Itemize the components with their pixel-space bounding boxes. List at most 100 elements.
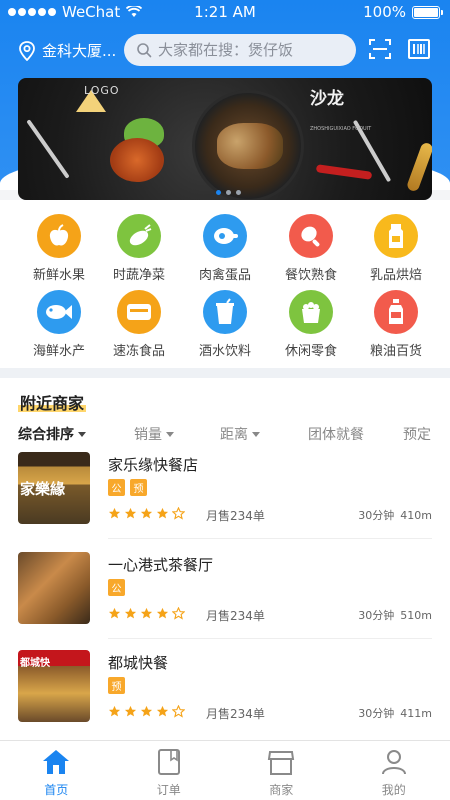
filter-label: 团体就餐 <box>308 427 364 443</box>
merchant-row[interactable]: 家樂緣 家乐缘快餐店公预月售234单 30分钟 410m <box>18 452 432 539</box>
row-divider <box>108 638 432 639</box>
filter-option[interactable]: 预定 <box>403 424 431 444</box>
caret-down-icon <box>166 431 174 437</box>
category-label: 餐饮熟食 <box>284 268 337 283</box>
milk-icon <box>374 214 418 258</box>
promo-banner[interactable]: LOGO 沙龙 ZHOSHIGUIXIAO FOOUIT <box>18 78 432 200</box>
food-plate-image <box>192 90 304 200</box>
search-icon <box>137 43 152 58</box>
filter-option[interactable]: 综合排序 <box>18 424 86 444</box>
category-item[interactable]: 海鲜水产 <box>14 290 104 359</box>
location-selector[interactable]: 金科大厦... <box>18 40 116 61</box>
category-item[interactable]: 乳品烘焙 <box>351 214 441 283</box>
filter-option[interactable]: 销量 <box>134 424 174 444</box>
category-item[interactable]: 餐饮熟食 <box>266 214 356 283</box>
merchant-photo: 家樂緣 <box>18 452 90 524</box>
category-label: 时蔬净菜 <box>112 268 165 283</box>
merchant-row[interactable]: 都城快 都城快餐预月售234单 30分钟 411m <box>18 650 432 722</box>
merchant-tag-badge: 预 <box>130 479 147 496</box>
chili-illustration <box>315 164 373 180</box>
merchant-tags: 公 <box>108 579 125 596</box>
category-item[interactable]: 速冻食品 <box>94 290 184 359</box>
category-label: 海鲜水产 <box>32 344 85 359</box>
star-outline-icon <box>172 705 185 718</box>
tab-label: 我的 <box>381 783 406 797</box>
category-label: 休闲零食 <box>284 344 337 359</box>
location-label: 金科大厦... <box>42 42 117 60</box>
monthly-sales: 月售234单 <box>206 509 265 523</box>
star-filled-icon <box>124 507 137 520</box>
distance: 411m <box>400 707 432 720</box>
delivery-time-distance: 30分钟 410m <box>358 507 432 523</box>
filter-label: 距离 <box>220 427 248 443</box>
distance: 410m <box>400 509 432 522</box>
star-filled-icon <box>140 607 153 620</box>
battery-group: 100% <box>363 3 443 21</box>
star-outline-icon <box>172 607 185 620</box>
category-label: 粮油百货 <box>369 344 422 359</box>
caret-down-icon <box>78 431 86 437</box>
banner-brand: 沙龙 <box>310 89 344 109</box>
tab-user[interactable]: 我的 <box>338 741 450 800</box>
filter-label: 销量 <box>134 427 162 443</box>
category-item[interactable]: 休闲零食 <box>266 290 356 359</box>
star-filled-icon <box>140 507 153 520</box>
battery-icon <box>412 5 443 19</box>
lotus-root-illustration <box>110 138 164 182</box>
merchant-photo-sign: 都城快 <box>20 658 50 669</box>
fork-illustration <box>26 119 70 179</box>
section-divider <box>0 368 450 378</box>
order-icon <box>154 747 184 777</box>
star-outline-icon <box>172 507 185 520</box>
banner-dot[interactable] <box>216 190 221 195</box>
tab-shop[interactable]: 商家 <box>225 741 338 800</box>
filter-option[interactable]: 团体就餐 <box>308 424 364 444</box>
tab-label: 商家 <box>269 783 294 797</box>
delivery-time: 30分钟 <box>358 509 395 522</box>
merchant-photo <box>18 552 90 624</box>
search-bar[interactable] <box>124 34 356 66</box>
user-icon <box>379 747 409 777</box>
fish-icon <box>37 290 81 334</box>
banner-dot[interactable] <box>226 190 231 195</box>
location-pin-icon <box>19 40 35 61</box>
drumstick-icon <box>289 214 333 258</box>
banner-dot[interactable] <box>236 190 241 195</box>
star-filled-icon <box>108 507 121 520</box>
barcode-icon[interactable] <box>408 38 430 60</box>
category-label: 速冻食品 <box>112 344 165 359</box>
merchant-tag-badge: 公 <box>108 579 125 596</box>
distance: 510m <box>400 609 432 622</box>
merchant-row[interactable]: 一心港式茶餐厅公月售234单 30分钟 510m <box>18 552 432 639</box>
delivery-time: 30分钟 <box>358 609 395 622</box>
category-item[interactable]: 时蔬净菜 <box>94 214 184 283</box>
merchant-photo-sign: 家樂緣 <box>20 480 66 498</box>
merchant-tags: 公预 <box>108 479 147 496</box>
star-filled-icon <box>124 705 137 718</box>
delivery-time-distance: 30分钟 510m <box>358 607 432 623</box>
filter-option[interactable]: 距离 <box>220 424 260 444</box>
tab-label: 订单 <box>156 783 181 797</box>
category-item[interactable]: 新鲜水果 <box>14 214 104 283</box>
tab-home[interactable]: 首页 <box>0 741 113 800</box>
delivery-time: 30分钟 <box>358 707 395 720</box>
category-item[interactable]: 肉禽蛋品 <box>180 214 270 283</box>
row-divider <box>108 538 432 539</box>
merchant-photo: 都城快 <box>18 650 90 722</box>
status-bar: WeChat 1:21 AM 100% <box>0 0 450 24</box>
battery-percent: 100% <box>363 3 406 21</box>
search-input[interactable] <box>158 41 348 59</box>
apple-icon <box>37 214 81 258</box>
star-filled-icon <box>108 705 121 718</box>
scan-icon[interactable] <box>369 38 391 60</box>
bottom-tab-bar: 首页 订单 商家 我的 <box>0 740 450 800</box>
category-item[interactable]: 粮油百货 <box>351 290 441 359</box>
snack-icon <box>289 290 333 334</box>
category-label: 新鲜水果 <box>32 268 85 283</box>
tab-order[interactable]: 订单 <box>113 741 226 800</box>
drink-cup-icon <box>203 290 247 334</box>
top-bar: 金科大厦... <box>0 32 450 68</box>
category-item[interactable]: 酒水饮料 <box>180 290 270 359</box>
merchant-name: 一心港式茶餐厅 <box>108 556 214 574</box>
banner-brand-sub: ZHOSHIGUIXIAO FOOUIT <box>310 126 372 132</box>
